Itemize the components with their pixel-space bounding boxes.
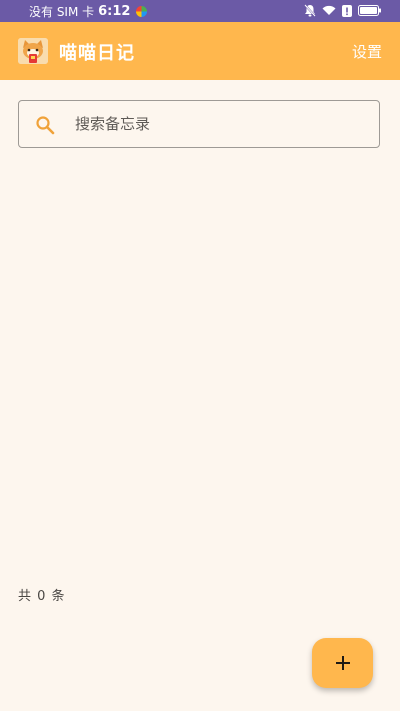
alert-icon bbox=[342, 4, 352, 17]
bell-muted-icon bbox=[304, 4, 316, 17]
search-box[interactable] bbox=[18, 100, 380, 148]
plus-icon bbox=[335, 656, 350, 670]
app-bar: 喵喵日记 设置 bbox=[0, 22, 400, 80]
status-right bbox=[304, 4, 382, 17]
cat-logo-icon bbox=[18, 38, 48, 64]
add-memo-button[interactable] bbox=[312, 638, 373, 688]
screen: 没有 SIM 卡 6:12 喵喵日记 设置 搜索备忘录 共 0 条 bbox=[0, 0, 400, 711]
pinwheel-icon bbox=[136, 6, 148, 17]
status-time: 6:12 bbox=[98, 4, 131, 19]
status-left: 没有 SIM 卡 6:12 bbox=[29, 3, 148, 20]
app-title: 喵喵日记 bbox=[59, 43, 135, 64]
search-input[interactable] bbox=[75, 101, 365, 147]
settings-button[interactable]: 设置 bbox=[352, 41, 382, 62]
status-bar: 没有 SIM 卡 6:12 bbox=[0, 0, 400, 22]
memo-count: 共 0 条 bbox=[18, 589, 66, 604]
battery-icon bbox=[358, 5, 381, 16]
wifi-icon bbox=[322, 5, 336, 15]
carrier-text: 没有 SIM 卡 bbox=[29, 5, 95, 19]
search-icon bbox=[36, 116, 55, 135]
